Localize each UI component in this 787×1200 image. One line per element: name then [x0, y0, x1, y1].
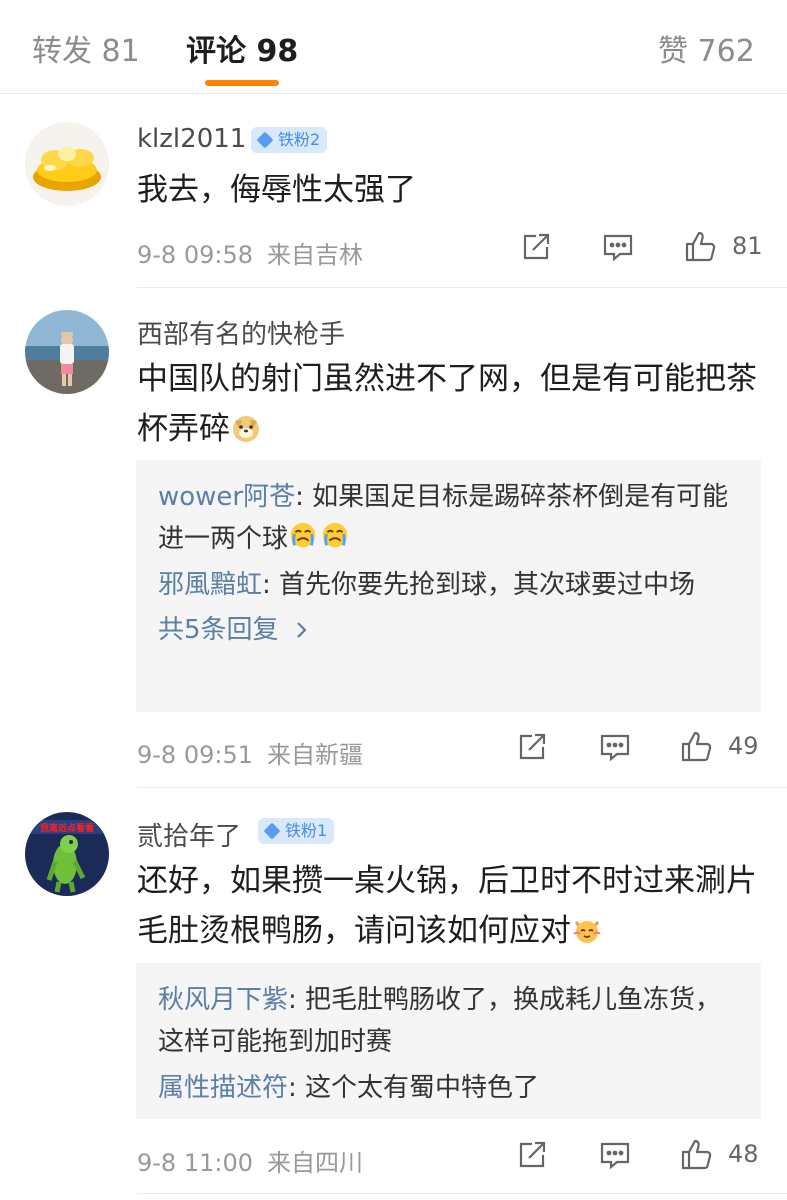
more-replies-link[interactable]: 共5条回复 [158, 610, 739, 650]
comment-actions: 81 [0, 230, 787, 270]
like-icon[interactable] [680, 730, 714, 764]
active-tab-indicator [205, 80, 279, 86]
gold-ingot-avatar[interactable] [25, 122, 109, 206]
reply-item: wower阿苍: 如果国足目标是踢碎茶杯倒是有可能进一两个球 [158, 476, 739, 560]
like-icon[interactable] [684, 230, 718, 264]
comment-icon[interactable] [601, 230, 635, 264]
reply-panel[interactable]: wower阿苍: 如果国足目标是踢碎茶杯倒是有可能进一两个球 邪風黯虹: 首先你… [136, 460, 761, 712]
like-count: 49 [728, 732, 759, 760]
dinosaur-avatar[interactable]: 我离远点看看 [25, 812, 109, 896]
chevron-right-icon [295, 620, 309, 640]
comment-icon[interactable] [598, 1138, 632, 1172]
tab-bar: 转发 81 评论 98 赞 762 [0, 0, 787, 94]
comment-actions: 49 [0, 730, 787, 770]
reply-item: 属性描述符: 这个太有蜀中特色了 [158, 1067, 739, 1109]
fan-badge-label: 铁粉2 [278, 130, 321, 149]
cat-emoji-icon [571, 914, 603, 946]
reply-text: : 首先你要先抢到球，其次球要过中场 [262, 570, 696, 600]
comment-body: 还好，如果攒一桌火锅，后卫时不时过来涮片毛肚烫根鸭肠，请问该如何应对 [137, 863, 757, 949]
like-icon[interactable] [680, 1138, 714, 1172]
fan-badge[interactable]: 铁粉1 [258, 818, 335, 844]
like-count: 81 [732, 232, 763, 260]
divider [137, 787, 787, 788]
like-count: 48 [728, 1140, 759, 1168]
tab-reposts[interactable]: 转发 81 [32, 26, 140, 70]
share-icon[interactable] [515, 730, 549, 764]
reply-item: 邪風黯虹: 首先你要先抢到球，其次球要过中场 [158, 564, 739, 606]
reply-username[interactable]: 邪風黯虹 [158, 570, 262, 600]
fan-badge-label: 铁粉1 [285, 821, 328, 840]
comment-icon[interactable] [598, 730, 632, 764]
username[interactable]: 西部有名的快枪手 [137, 314, 345, 351]
username[interactable]: klzl2011 [137, 124, 246, 154]
fan-badge[interactable]: 铁粉2 [251, 127, 328, 153]
diamond-icon [256, 131, 274, 149]
reply-username[interactable]: wower阿苍 [158, 482, 295, 512]
reply-username[interactable]: 属性描述符 [158, 1073, 288, 1103]
tab-likes[interactable]: 赞 762 [658, 26, 755, 70]
comment-body: 我去，侮辱性太强了 [137, 172, 416, 208]
divider [137, 1193, 787, 1194]
more-replies-label: 共5条回复 [158, 615, 279, 645]
crying-emoji-icon [288, 520, 320, 552]
divider [137, 287, 787, 288]
beach-person-avatar[interactable] [25, 310, 109, 394]
comment-actions: 48 [0, 1138, 787, 1178]
share-icon[interactable] [519, 230, 553, 264]
reply-item: 秋风月下紫: 把毛肚鸭肠收了，换成耗儿鱼冻货，这样可能拖到加时赛 [158, 979, 739, 1063]
reply-username[interactable]: 秋风月下紫 [158, 985, 288, 1015]
comment-text: 还好，如果攒一桌火锅，后卫时不时过来涮片毛肚烫根鸭肠，请问该如何应对 [137, 856, 767, 956]
tab-comments[interactable]: 评论 98 [186, 26, 298, 70]
share-icon[interactable] [515, 1138, 549, 1172]
comment-text: 中国队的射门虽然进不了网，但是有可能把茶杯弄碎 [137, 354, 767, 454]
username[interactable]: 贰拾年了 [137, 816, 241, 853]
avatar-caption: 我离远点看看 [40, 822, 94, 834]
diamond-icon [263, 822, 281, 840]
doge-emoji-icon [230, 412, 262, 444]
crying-emoji-icon [320, 520, 352, 552]
comment-text: 我去，侮辱性太强了 [137, 165, 767, 215]
reply-panel[interactable]: 秋风月下紫: 把毛肚鸭肠收了，换成耗儿鱼冻货，这样可能拖到加时赛 属性描述符: … [136, 963, 761, 1119]
reply-text: : 这个太有蜀中特色了 [288, 1073, 540, 1103]
